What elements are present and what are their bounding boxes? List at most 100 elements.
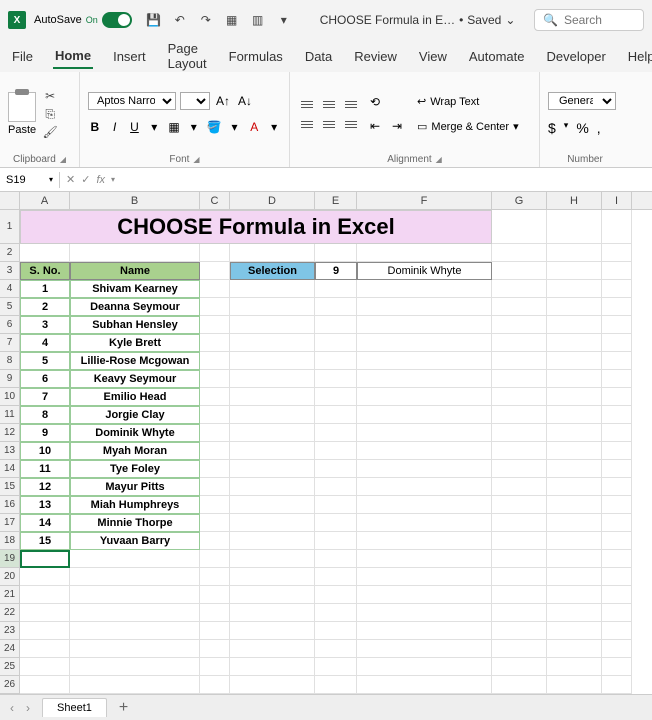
table-sno[interactable]: 3	[20, 316, 70, 334]
cell[interactable]	[200, 442, 230, 460]
cell[interactable]	[547, 478, 602, 496]
cell[interactable]	[492, 406, 547, 424]
selected-cell[interactable]	[20, 550, 70, 568]
tab-data[interactable]: Data	[303, 45, 334, 68]
cell[interactable]	[357, 388, 492, 406]
cell[interactable]	[602, 406, 632, 424]
tab-help[interactable]: Help	[626, 45, 652, 68]
table-name[interactable]: Keavy Seymour	[70, 370, 200, 388]
cell[interactable]	[20, 658, 70, 676]
cell[interactable]	[602, 514, 632, 532]
cell[interactable]	[357, 460, 492, 478]
cell[interactable]	[315, 604, 357, 622]
decrease-indent-icon[interactable]: ⇤	[366, 117, 384, 135]
cell[interactable]	[602, 532, 632, 550]
cell[interactable]	[492, 370, 547, 388]
cell[interactable]	[492, 210, 547, 244]
cell[interactable]	[200, 496, 230, 514]
col-header[interactable]: D	[230, 192, 315, 209]
align-middle-icon[interactable]	[320, 97, 338, 111]
cell[interactable]	[547, 370, 602, 388]
table-header-name[interactable]: Name	[70, 262, 200, 280]
cell[interactable]	[200, 568, 230, 586]
cell[interactable]	[230, 352, 315, 370]
table-name[interactable]: Lillie-Rose Mcgowan	[70, 352, 200, 370]
cell[interactable]	[492, 388, 547, 406]
cell[interactable]	[602, 370, 632, 388]
cell[interactable]	[200, 352, 230, 370]
fx-icon[interactable]: fx	[96, 174, 105, 186]
cell[interactable]	[200, 478, 230, 496]
cell[interactable]	[547, 262, 602, 280]
tab-developer[interactable]: Developer	[545, 45, 608, 68]
qat-icon-2[interactable]: ▥	[250, 12, 266, 28]
cell[interactable]	[200, 658, 230, 676]
row-header[interactable]: 13	[0, 442, 20, 460]
cell[interactable]	[602, 210, 632, 244]
cell[interactable]	[492, 334, 547, 352]
selection-header[interactable]: Selection	[230, 262, 315, 280]
cell[interactable]	[357, 496, 492, 514]
cell[interactable]	[315, 532, 357, 550]
cell[interactable]	[602, 298, 632, 316]
currency-dropdown-icon[interactable]: ▾	[564, 120, 569, 136]
row-header[interactable]: 8	[0, 352, 20, 370]
cell[interactable]	[602, 478, 632, 496]
row-header[interactable]: 12	[0, 424, 20, 442]
qat-icon-3[interactable]: ▾	[276, 12, 292, 28]
cell[interactable]	[230, 496, 315, 514]
format-painter-icon[interactable]: 🖌	[42, 125, 58, 139]
name-box[interactable]: S19 ▾	[0, 172, 60, 188]
cell[interactable]	[315, 640, 357, 658]
cell[interactable]	[492, 532, 547, 550]
row-header[interactable]: 22	[0, 604, 20, 622]
sheet-tab[interactable]: Sheet1	[42, 698, 107, 717]
sheet-prev-icon[interactable]: ‹	[10, 701, 14, 715]
cell[interactable]	[602, 550, 632, 568]
cell[interactable]	[200, 460, 230, 478]
cell[interactable]	[547, 388, 602, 406]
tab-view[interactable]: View	[417, 45, 449, 68]
cell[interactable]	[230, 532, 315, 550]
cell[interactable]	[547, 514, 602, 532]
row-header[interactable]: 7	[0, 334, 20, 352]
align-right-icon[interactable]	[342, 117, 360, 131]
selection-result[interactable]: Dominik Whyte	[357, 262, 492, 280]
increase-font-icon[interactable]: A↑	[214, 92, 232, 110]
cell[interactable]	[315, 478, 357, 496]
copy-icon[interactable]: ⎘	[42, 107, 58, 121]
toggle-switch-icon[interactable]	[102, 12, 132, 28]
align-bottom-icon[interactable]	[342, 97, 360, 111]
row-header[interactable]: 3	[0, 262, 20, 280]
col-header[interactable]: I	[602, 192, 632, 209]
borders-icon[interactable]: ▦	[167, 118, 181, 136]
cell[interactable]	[357, 622, 492, 640]
enter-formula-icon[interactable]: ✓	[81, 173, 90, 186]
row-header[interactable]: 5	[0, 298, 20, 316]
row-header[interactable]: 14	[0, 460, 20, 478]
formula-input[interactable]	[121, 172, 652, 188]
cell[interactable]	[492, 640, 547, 658]
tab-review[interactable]: Review	[352, 45, 399, 68]
cell[interactable]	[547, 352, 602, 370]
tab-home[interactable]: Home	[53, 44, 93, 69]
row-header[interactable]: 9	[0, 370, 20, 388]
cell[interactable]	[20, 640, 70, 658]
cell[interactable]	[602, 604, 632, 622]
underline-button[interactable]: U	[128, 118, 142, 136]
table-sno[interactable]: 4	[20, 334, 70, 352]
cell[interactable]	[315, 388, 357, 406]
cell[interactable]	[20, 568, 70, 586]
cell[interactable]	[357, 478, 492, 496]
cell[interactable]	[492, 298, 547, 316]
cell[interactable]	[547, 316, 602, 334]
tab-automate[interactable]: Automate	[467, 45, 527, 68]
comma-icon[interactable]: ,	[597, 120, 601, 136]
cell[interactable]	[70, 658, 200, 676]
cell[interactable]	[230, 514, 315, 532]
cell[interactable]	[357, 424, 492, 442]
document-title[interactable]: CHOOSE Formula in E… • Saved ⌄	[320, 13, 516, 27]
col-header[interactable]: A	[20, 192, 70, 209]
cell[interactable]	[357, 640, 492, 658]
cell[interactable]	[602, 658, 632, 676]
